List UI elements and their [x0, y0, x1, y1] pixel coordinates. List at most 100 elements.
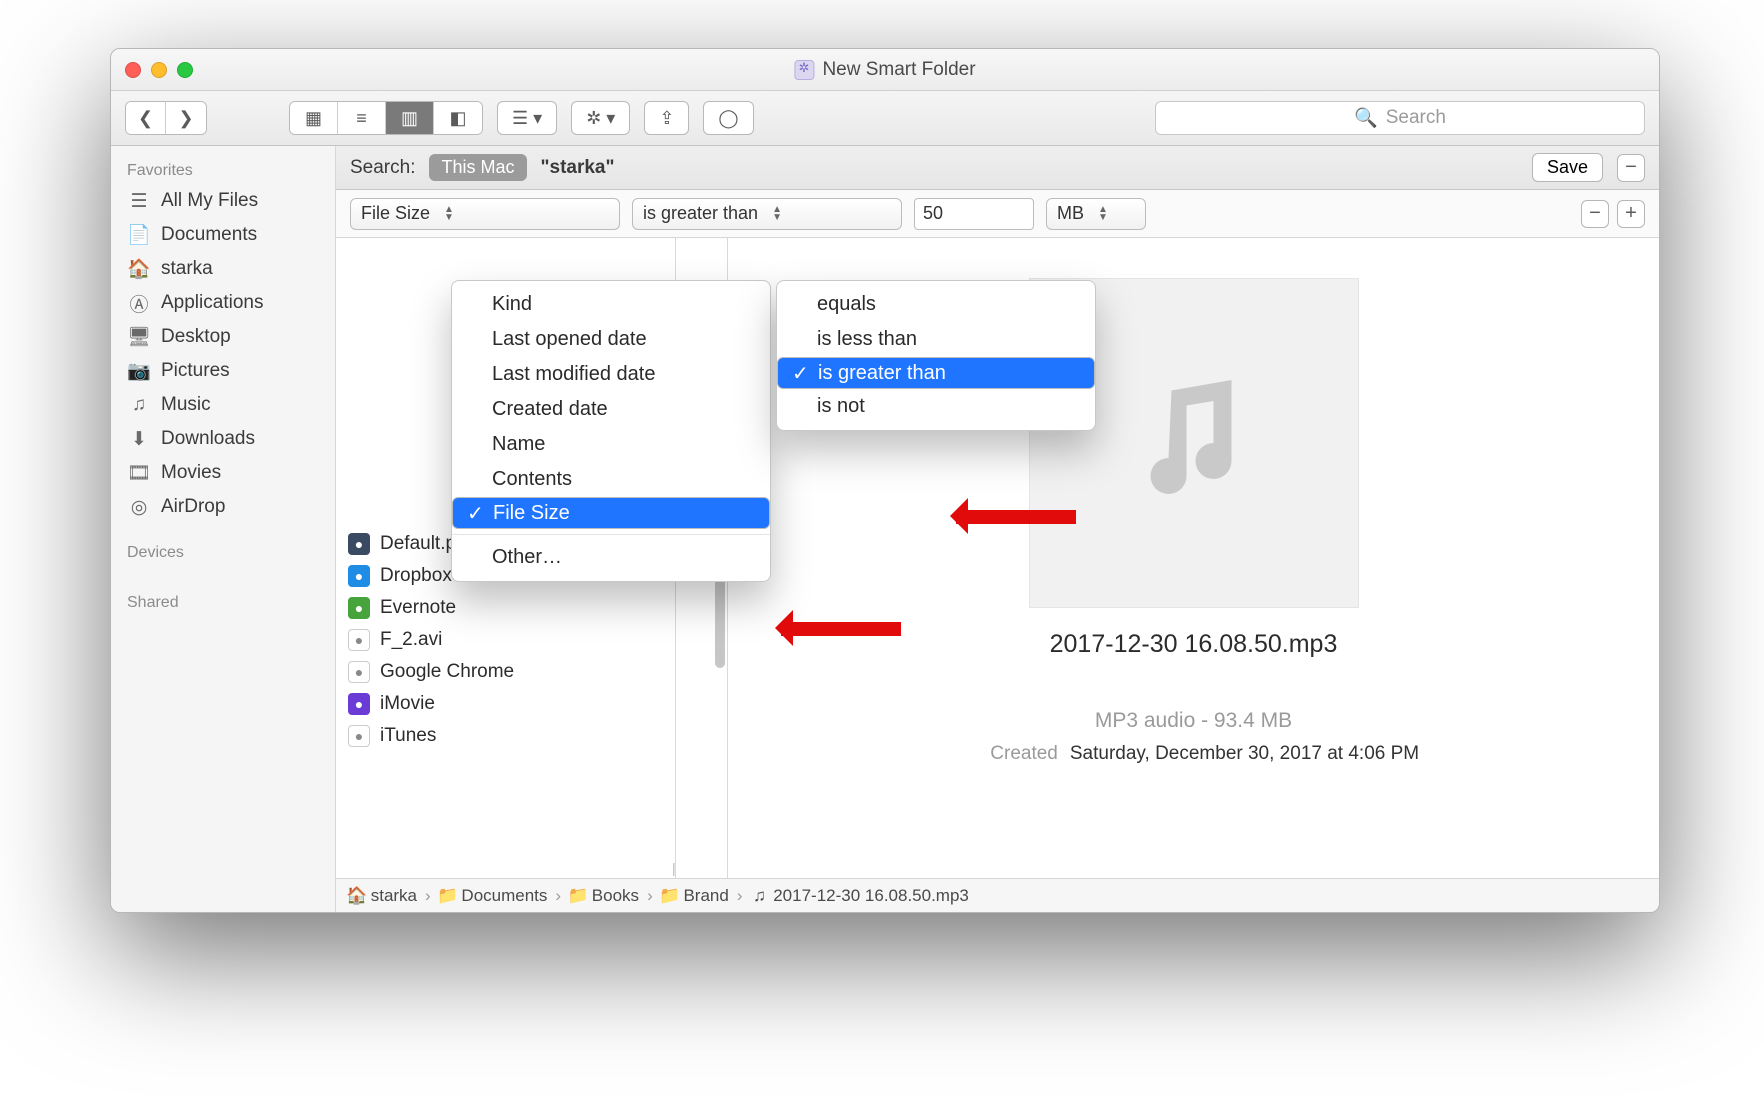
remove-criteria-button[interactable]: − [1581, 200, 1609, 228]
sidebar-item-label: Downloads [161, 428, 255, 450]
menu-item[interactable]: is not [777, 389, 1095, 424]
save-button[interactable]: Save [1532, 153, 1603, 182]
sidebar-item-downloads[interactable]: ⬇︎ Downloads [111, 422, 335, 456]
menu-item-other[interactable]: Other… [452, 540, 770, 575]
scope-folder[interactable]: "starka" [541, 157, 615, 179]
attribute-menu[interactable]: KindLast opened dateLast modified dateCr… [451, 280, 771, 582]
music-icon: ♫ [127, 394, 151, 416]
action-button[interactable]: ✲ ▾ [571, 101, 630, 135]
stack-icon: ☰ [127, 190, 151, 212]
preview-filename: 2017-12-30 16.08.50.mp3 [1050, 630, 1338, 659]
folder-icon: 📁 [439, 888, 457, 904]
criteria-comparator-select[interactable]: is greater than ▲▼ [632, 198, 902, 230]
list-item[interactable]: ●F_2.avi [336, 624, 675, 656]
search-label: Search: [350, 157, 415, 179]
sidebar: Favorites ☰All My Files📄Documents 🏠 starka… [111, 146, 336, 912]
path-segment[interactable]: ♫ 2017-12-30 16.08.50.mp3 [751, 886, 969, 906]
sidebar-item-airdrop[interactable]: ◎AirDrop [111, 490, 335, 524]
menu-item[interactable]: File Size [452, 497, 770, 529]
scope-this-mac[interactable]: This Mac [429, 154, 526, 181]
sidebar-item-label: Movies [161, 462, 221, 484]
sidebar-item-desktop[interactable]: 🖥Desktop [111, 320, 335, 354]
tags-button[interactable]: ◯ [703, 101, 753, 135]
forward-button[interactable]: ❯ [166, 102, 206, 134]
smart-folder-icon [794, 60, 814, 80]
criteria-value-input[interactable] [914, 198, 1034, 230]
search-icon: 🔍 [1354, 106, 1378, 130]
menu-item[interactable]: Created date [452, 392, 770, 427]
sidebar-item-movies[interactable]: 🎞Movies [111, 456, 335, 490]
criteria-unit-select[interactable]: MB ▲▼ [1046, 198, 1146, 230]
remove-search-button[interactable]: − [1617, 154, 1645, 182]
criteria-row: File Size ▲▼ is greater than ▲▼ MB ▲▼ − … [336, 190, 1659, 238]
criteria-attribute-select[interactable]: File Size ▲▼ [350, 198, 620, 230]
list-item[interactable]: ●Evernote [336, 592, 675, 624]
home-icon: 🏠 [348, 888, 366, 904]
desktop-icon: 🖥 [127, 326, 151, 348]
nav-back-forward[interactable]: ❮ ❯ [125, 101, 207, 135]
view-icons-button[interactable]: ▦ [290, 102, 338, 134]
list-item[interactable]: ●Google Chrome [336, 656, 675, 688]
sidebar-item-label: Music [161, 394, 211, 416]
music-note-icon [1119, 368, 1269, 518]
close-icon[interactable] [125, 62, 141, 78]
search-input[interactable]: 🔍 Search [1155, 101, 1645, 135]
menu-item[interactable]: Last opened date [452, 322, 770, 357]
sidebar-item-label: starka [161, 258, 213, 280]
annotation-arrow [956, 510, 1076, 524]
menu-item[interactable]: Kind [452, 287, 770, 322]
back-button[interactable]: ❮ [126, 102, 166, 134]
doc-icon: 📄 [127, 224, 151, 246]
view-list-button[interactable]: ≡ [338, 102, 386, 134]
list-item[interactable]: ● iMovie [336, 688, 675, 720]
zoom-icon[interactable] [177, 62, 193, 78]
comparator-menu[interactable]: equalsis less thanis greater thanis not [776, 280, 1096, 431]
sidebar-item-all-my-files[interactable]: ☰All My Files [111, 184, 335, 218]
list-item[interactable]: ●iTunes [336, 720, 675, 752]
sidebar-item-pictures[interactable]: 📷Pictures [111, 354, 335, 388]
sidebar-item-music[interactable]: ♫ Music [111, 388, 335, 422]
menu-item[interactable]: is greater than [777, 357, 1095, 389]
gc-icon: ● [348, 661, 370, 683]
download-icon: ⬇︎ [127, 428, 151, 450]
finder-window: New Smart Folder ❮ ❯ ▦ ≡ ▥ ◧ ☰ ▾ ✲ ▾ ⇪ ◯… [110, 48, 1660, 913]
updown-icon: ▲▼ [1098, 206, 1108, 222]
menu-item[interactable]: Name [452, 427, 770, 462]
apps-icon: Ⓐ [127, 292, 151, 314]
menu-item[interactable]: is less than [777, 322, 1095, 357]
home-icon: 🏠 [127, 258, 151, 280]
chevron-right-icon: › [645, 886, 655, 906]
sidebar-item-documents[interactable]: 📄Documents [111, 218, 335, 252]
chevron-right-icon: › [553, 886, 563, 906]
minimize-icon[interactable] [151, 62, 167, 78]
path-bar[interactable]: 🏠 starka›📁 Documents›📁 Books›📁 Brand›♫ 2… [336, 878, 1659, 912]
preview-kind-size: MP3 audio - 93.4 MB [1095, 709, 1292, 733]
view-gallery-button[interactable]: ◧ [434, 102, 482, 134]
updown-icon: ▲▼ [444, 206, 454, 222]
preview-created-label: Created [968, 743, 1058, 765]
sidebar-heading-favorites: Favorites [111, 156, 335, 184]
chevron-right-icon: › [423, 886, 433, 906]
im-icon: ● [348, 693, 370, 715]
search-placeholder: Search [1386, 107, 1446, 129]
annotation-arrow [781, 622, 901, 636]
view-columns-button[interactable]: ▥ [386, 102, 434, 134]
criteria-comparator-label: is greater than [643, 203, 758, 224]
path-segment[interactable]: 📁 Documents [439, 886, 548, 906]
path-segment[interactable]: 🏠 starka [348, 886, 417, 906]
menu-item[interactable]: Last modified date [452, 357, 770, 392]
sidebar-item-starka[interactable]: 🏠 starka [111, 252, 335, 286]
toolbar: ❮ ❯ ▦ ≡ ▥ ◧ ☰ ▾ ✲ ▾ ⇪ ◯ 🔍 Search [111, 91, 1659, 146]
arrange-button[interactable]: ☰ ▾ [497, 101, 557, 135]
file-label: iMovie [380, 693, 435, 715]
menu-item[interactable]: equals [777, 287, 1095, 322]
path-segment[interactable]: 📁 Books [569, 886, 639, 906]
menu-item[interactable]: Contents [452, 462, 770, 497]
add-criteria-button[interactable]: + [1617, 200, 1645, 228]
avi-icon: ● [348, 629, 370, 651]
view-mode-segment[interactable]: ▦ ≡ ▥ ◧ [289, 101, 483, 135]
share-button[interactable]: ⇪ [644, 101, 689, 135]
sidebar-item-applications[interactable]: ⒶApplications [111, 286, 335, 320]
folder-icon: 📁 [569, 888, 587, 904]
path-segment[interactable]: 📁 Brand [661, 886, 729, 906]
